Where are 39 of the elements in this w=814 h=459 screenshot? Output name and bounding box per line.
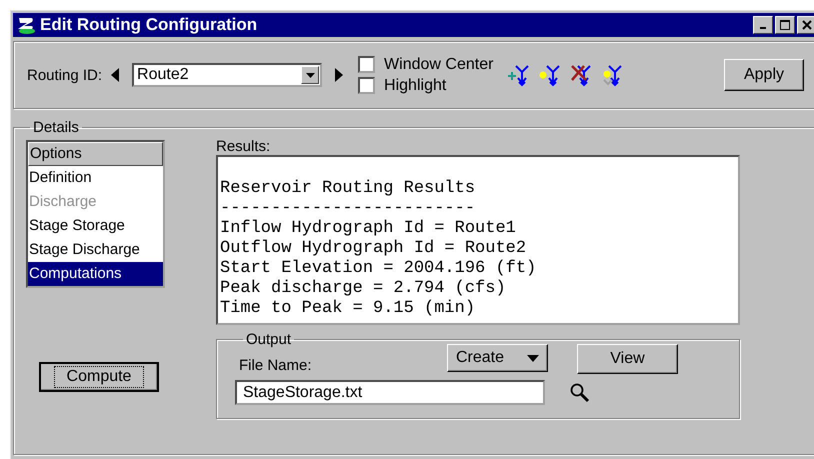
list-header: Options — [28, 142, 163, 166]
results-label: Results: — [216, 138, 272, 155]
checkbox-label: Highlight — [384, 77, 446, 94]
checkbox[interactable] — [358, 77, 376, 94]
apply-button[interactable]: Apply — [724, 59, 804, 91]
group-title: Details — [32, 119, 80, 136]
list-item[interactable]: Definition — [28, 166, 163, 190]
close-button[interactable] — [797, 16, 814, 34]
results-line: Peak discharge = 2.794 (cfs) — [220, 279, 507, 299]
results-line: Start Elevation = 2004.196 (ft) — [220, 259, 538, 279]
results-line: Outflow Hydrograph Id = Route2 — [220, 239, 528, 259]
dropdown-arrow-icon — [306, 72, 315, 78]
window-title: Edit Routing Configuration — [40, 15, 258, 35]
create-button[interactable]: Create — [447, 344, 548, 372]
minimize-button[interactable] — [753, 16, 773, 34]
list-item[interactable]: Computations — [28, 262, 163, 286]
results-line: Inflow Hydrograph Id = Route1 — [220, 219, 517, 239]
compute-button[interactable]: Compute — [39, 362, 159, 392]
routing-id-label: Routing ID: — [27, 66, 102, 84]
file-name-field[interactable]: StageStorage.txt — [235, 380, 545, 405]
group-title: Output — [245, 331, 292, 348]
search-icon[interactable] — [569, 382, 591, 404]
close-icon — [802, 20, 812, 30]
maximize-icon — [780, 20, 790, 30]
checkbox-label: Window Center — [384, 56, 494, 73]
routing-id-dropdown[interactable]: Route2 — [132, 63, 322, 87]
checkbox[interactable] — [358, 56, 376, 73]
next-arrow-icon[interactable] — [334, 67, 344, 83]
results-line: Reservoir Routing Results — [220, 179, 476, 199]
caret-icon — [527, 354, 539, 362]
minimize-icon — [760, 27, 766, 29]
results-line: Time to Peak = 9.15 (min) — [220, 299, 476, 319]
results-line: ------------------------- — [220, 199, 476, 219]
view-button[interactable]: View — [577, 344, 678, 374]
file-name-label: File Name: — [239, 357, 313, 374]
maximize-button[interactable] — [775, 16, 795, 34]
list-item[interactable]: Stage Discharge — [28, 238, 163, 262]
previous-arrow-icon[interactable] — [110, 67, 120, 83]
list-item[interactable]: Stage Storage — [28, 214, 163, 238]
